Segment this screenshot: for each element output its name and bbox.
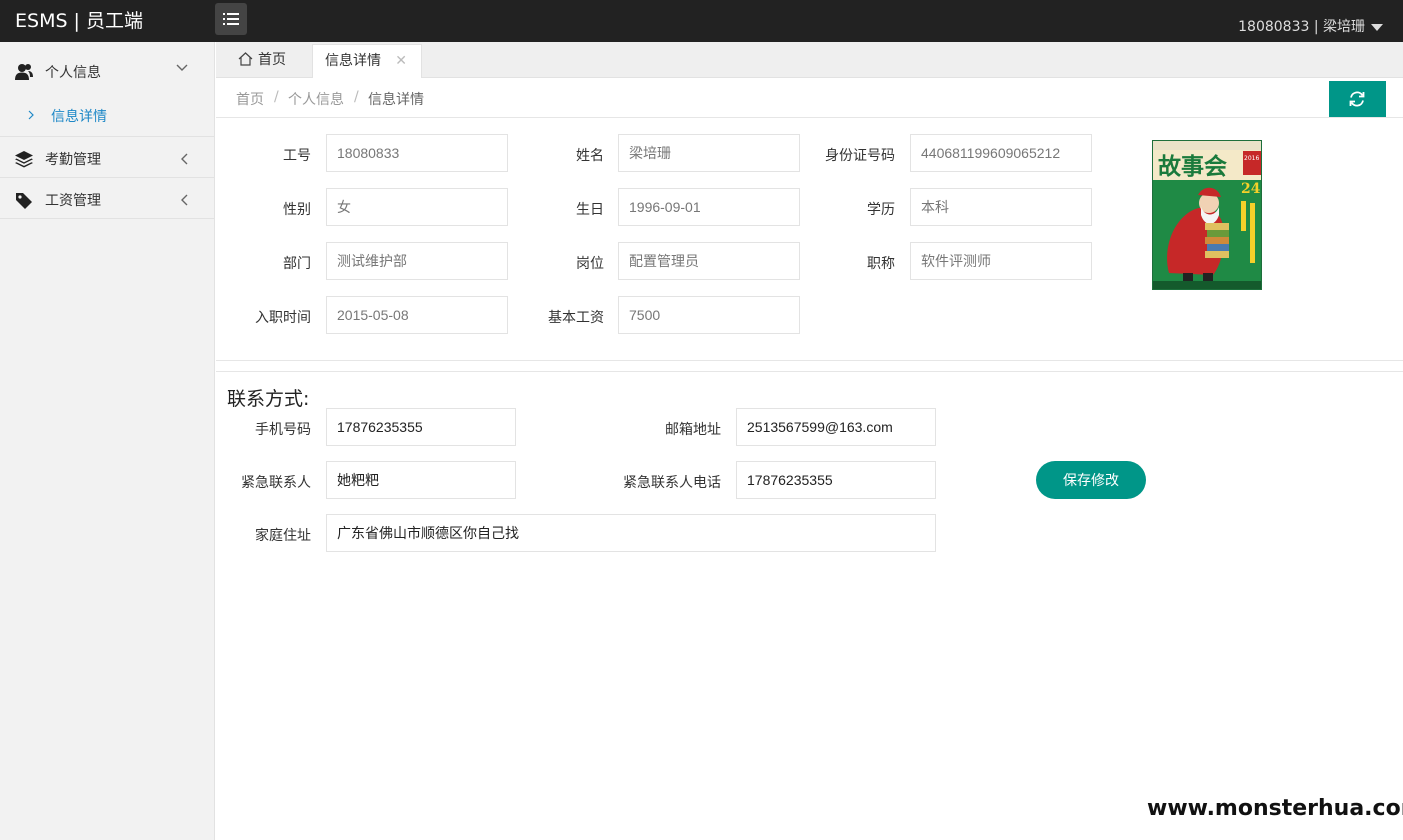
position-field[interactable] [618, 242, 800, 280]
section-divider [216, 371, 1403, 372]
field-label-employee-id: 工号 [283, 148, 311, 164]
education-field[interactable] [910, 188, 1092, 226]
user-menu[interactable]: 18080833 | 梁培珊 [1238, 16, 1383, 36]
field-label-title: 职称 [867, 256, 895, 272]
menu-toggle-button[interactable] [215, 3, 247, 35]
watermark-text: www.monsterhua.com [1147, 796, 1403, 821]
refresh-icon [1349, 91, 1365, 107]
chevron-left-icon [181, 194, 188, 206]
tab-info-detail[interactable]: 信息详情 ✕ [312, 44, 422, 78]
breadcrumb-personal-info[interactable]: 个人信息 [288, 89, 344, 109]
svg-text:故事会: 故事会 [1158, 153, 1227, 180]
svg-text:24: 24 [1241, 181, 1261, 197]
contact-section-title: 联系方式: [227, 388, 310, 410]
department-field[interactable] [326, 242, 508, 280]
sidebar-subitem-label: 信息详情 [51, 109, 107, 125]
sidebar-item-label: 工资管理 [45, 193, 101, 209]
field-label-position: 岗位 [576, 256, 604, 272]
watermark: www.monsterhua.com [1143, 782, 1403, 840]
top-bar: ESMS | 员工端 18080833 | 梁培珊 [0, 0, 1403, 42]
close-icon[interactable]: ✕ [395, 45, 407, 77]
tab-bar: 首页 信息详情 ✕ [216, 42, 1403, 78]
field-label-base-salary: 基本工资 [548, 310, 604, 326]
breadcrumb-separator: / [354, 89, 359, 105]
tab-label: 信息详情 [325, 53, 381, 69]
tab-label: 首页 [258, 52, 286, 68]
field-label-education: 学历 [867, 202, 895, 218]
field-label-phone: 手机号码 [255, 422, 311, 438]
field-label-address: 家庭住址 [255, 528, 311, 544]
save-changes-button[interactable]: 保存修改 [1036, 461, 1146, 499]
field-label-id-number: 身份证号码 [825, 148, 895, 164]
job-title-field[interactable] [910, 242, 1092, 280]
users-icon [15, 64, 33, 80]
field-label-hire-date: 入职时间 [255, 310, 311, 326]
sidebar: 个人信息 信息详情 考勤管理 工资管理 [0, 42, 215, 840]
sidebar-item-label: 考勤管理 [45, 152, 101, 168]
breadcrumb-current: 信息详情 [368, 92, 424, 108]
app-title: ESMS | 员工端 [15, 10, 143, 32]
chevron-left-icon [181, 153, 188, 165]
profile-photo: 故事会 2016 24 [1152, 140, 1262, 290]
breadcrumb-separator: / [274, 89, 279, 105]
field-label-birthday: 生日 [576, 202, 604, 218]
emergency-contact-field[interactable] [326, 461, 516, 499]
caret-down-icon [1371, 23, 1383, 31]
breadcrumb-home[interactable]: 首页 [236, 89, 264, 109]
emergency-phone-field[interactable] [736, 461, 936, 499]
email-field[interactable] [736, 408, 936, 446]
gender-field[interactable] [326, 188, 508, 226]
tag-icon [16, 193, 32, 209]
sidebar-item-personal-info[interactable]: 个人信息 [0, 42, 214, 94]
breadcrumb-bar: 首页 / 个人信息 / 信息详情 [216, 78, 1403, 118]
field-label-emergency-contact: 紧急联系人 [241, 475, 311, 491]
hire-date-field[interactable] [326, 296, 508, 334]
svg-text:2016: 2016 [1244, 155, 1259, 162]
refresh-button[interactable] [1329, 81, 1386, 117]
user-name: 18080833 | 梁培珊 [1238, 19, 1365, 35]
base-salary-field[interactable] [618, 296, 800, 334]
field-label-name: 姓名 [576, 148, 604, 164]
phone-field[interactable] [326, 408, 516, 446]
home-address-field[interactable] [326, 514, 936, 552]
sidebar-item-label: 个人信息 [45, 65, 101, 81]
name-field[interactable] [618, 134, 800, 172]
id-number-field[interactable] [910, 134, 1092, 172]
birthday-field[interactable] [618, 188, 800, 226]
field-label-emergency-phone: 紧急联系人电话 [623, 475, 721, 491]
sidebar-subitem-info-detail[interactable]: 信息详情 [0, 94, 214, 137]
chevron-right-icon [28, 110, 34, 120]
employee-id-field[interactable] [326, 134, 508, 172]
field-label-department: 部门 [283, 256, 311, 272]
layers-icon [15, 151, 33, 168]
section-divider [216, 360, 1403, 361]
field-label-email: 邮箱地址 [665, 422, 721, 438]
sidebar-item-attendance[interactable]: 考勤管理 [0, 137, 214, 178]
sidebar-item-salary[interactable]: 工资管理 [0, 178, 214, 219]
menu-icon [223, 13, 239, 25]
chevron-down-icon [176, 64, 188, 71]
field-label-gender: 性别 [283, 202, 311, 218]
tab-home[interactable]: 首页 [226, 44, 298, 78]
home-icon [238, 52, 253, 66]
